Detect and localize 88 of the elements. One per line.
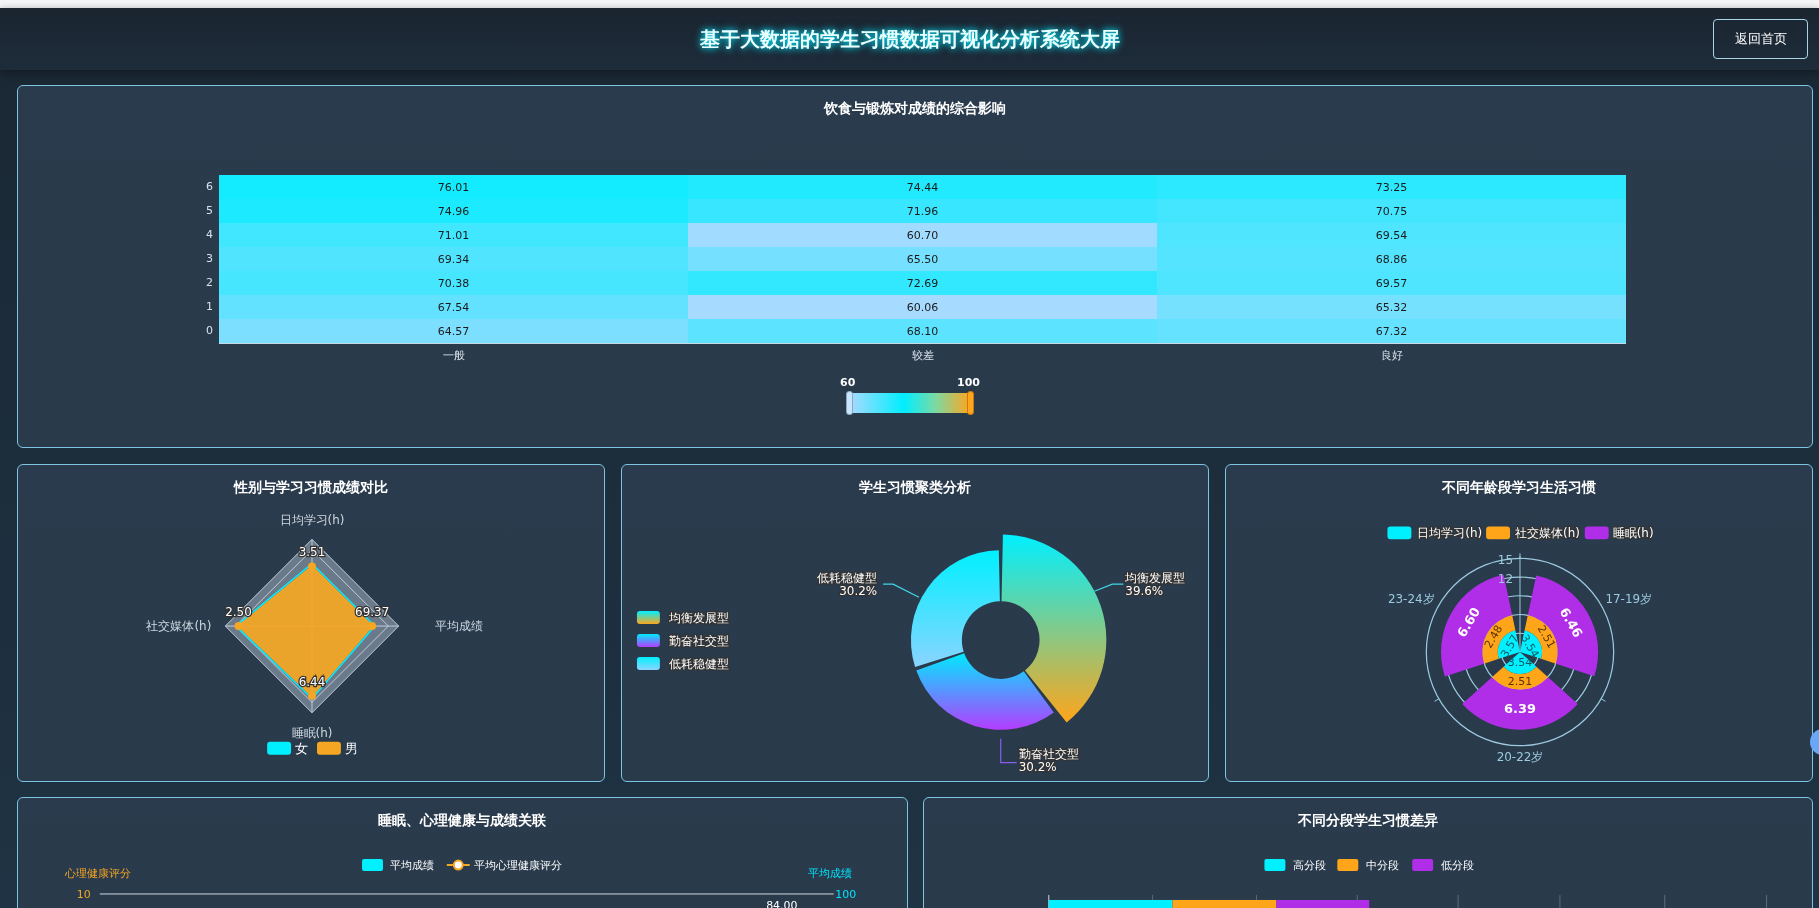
- axis-label: 5: [205, 203, 214, 219]
- heatmap-cell: 67.54: [219, 295, 688, 319]
- legend-label[interactable]: 日均学习(h): [1417, 526, 1483, 541]
- axis-label: 2: [205, 275, 214, 291]
- legend-swatch: [636, 656, 660, 670]
- heatmap-cell: 65.50: [688, 247, 1157, 271]
- radar-point: [234, 622, 243, 631]
- heatmap-cell: 71.01: [219, 223, 688, 247]
- axis-label: 3: [205, 251, 214, 267]
- radar-point: [368, 622, 377, 631]
- heatmap-cell: 60.06: [688, 295, 1157, 319]
- leader-line: [882, 583, 920, 598]
- axis-label: 较差: [910, 348, 935, 364]
- leader-line: [1093, 583, 1124, 592]
- heatmap-cell: 74.44: [688, 175, 1157, 199]
- panel-title: 不同分段学生习惯差异: [1297, 812, 1438, 830]
- range-handle[interactable]: [967, 391, 974, 415]
- data-label: 6.39: [1504, 701, 1536, 717]
- axis-label: 良好: [1379, 348, 1404, 364]
- axis-label: 23-24岁: [1387, 591, 1435, 606]
- legend-label[interactable]: 平均成绩: [389, 859, 434, 873]
- heatmap-cell: 68.10: [688, 319, 1157, 343]
- data-label: 低耗稳健型: [817, 571, 878, 586]
- radar-point: [308, 691, 316, 700]
- legend-label[interactable]: 中分段: [1365, 859, 1399, 873]
- legend-label[interactable]: 均衡发展型: [668, 611, 729, 626]
- data-label: 6.44: [298, 674, 326, 689]
- legend-swatch: [636, 634, 660, 647]
- axis-label: 日均学习(h): [279, 513, 345, 528]
- scale-min-label: 60: [840, 376, 856, 389]
- axis-label: 睡眠(h): [291, 725, 333, 740]
- radar-point: [308, 562, 316, 571]
- panel-title: 性别与学习习惯成绩对比: [234, 479, 388, 497]
- heatmap-cell: 70.75: [1157, 199, 1626, 223]
- data-label: 30.2%: [1018, 759, 1057, 774]
- page-title: 基于大数据的学生习惯数据可视化分析系统大屏: [699, 25, 1120, 53]
- home-button[interactable]: 返回首页: [1713, 19, 1808, 59]
- axis-name: 平均成绩: [807, 867, 852, 880]
- legend-label[interactable]: 男: [344, 740, 358, 756]
- heatmap-cell: 65.32: [1157, 295, 1626, 319]
- legend-label[interactable]: 低耗稳健型: [668, 656, 729, 671]
- range-handle[interactable]: [846, 391, 853, 415]
- heatmap-cell: 68.86: [1157, 247, 1626, 271]
- data-label: 39.6%: [1125, 584, 1164, 599]
- scale-max-label: 100: [957, 376, 980, 389]
- heatmap-cell: 64.57: [219, 319, 688, 343]
- axis-label: 1: [205, 299, 214, 315]
- heatmap-cell: 71.96: [688, 199, 1157, 223]
- heatmap-cell: 76.01: [219, 175, 688, 199]
- heatmap-cell: 69.34: [219, 247, 688, 271]
- heatmap-cell: 69.57: [1157, 271, 1626, 295]
- axis-label: 6: [205, 179, 214, 195]
- leader-line: [1000, 738, 1018, 764]
- data-label: 均衡发展型: [1125, 571, 1186, 586]
- panel-title: 学生习惯聚类分析: [859, 479, 971, 497]
- heatmap-cell: 60.70: [688, 223, 1157, 247]
- heatmap-cell: 73.25: [1157, 175, 1626, 199]
- panel-title: 不同年龄段学习生活习惯: [1442, 479, 1596, 497]
- legend-label[interactable]: 睡眠(h): [1612, 526, 1654, 541]
- data-label: 2.51: [1507, 674, 1533, 688]
- heatmap-cell: 67.32: [1157, 319, 1626, 343]
- panel-title: 饮食与锻炼对成绩的综合影响: [824, 100, 1006, 118]
- data-label: 3.51: [298, 545, 326, 560]
- legend-label[interactable]: 平均心理健康评分: [473, 859, 562, 873]
- heatmap-cell: 72.69: [688, 271, 1157, 295]
- heatmap-cell: 69.54: [1157, 223, 1626, 247]
- data-label: 勤奋社交型: [1018, 746, 1079, 761]
- axis-tick-label: 10: [76, 887, 91, 901]
- heatmap-cell: 70.38: [219, 271, 688, 295]
- legend-swatch: [636, 611, 660, 625]
- axis-label: 0: [205, 323, 214, 339]
- legend-label[interactable]: 社交媒体(h): [1515, 526, 1580, 541]
- axis-label: 一般: [441, 348, 466, 364]
- axis-tick-label: 100: [835, 887, 857, 901]
- heatmap-cell: 74.96: [219, 199, 688, 223]
- data-label: 30.2%: [839, 584, 878, 599]
- panel-title: 睡眠、心理健康与成绩关联: [378, 812, 547, 830]
- legend-label[interactable]: 女: [295, 740, 309, 756]
- axis-label: 社交媒体(h): [146, 619, 212, 634]
- legend-label[interactable]: 勤奋社交型: [668, 634, 729, 648]
- legend-label[interactable]: 高分段: [1292, 859, 1326, 873]
- axis-label: 4: [205, 227, 214, 243]
- axis-label: 20-22岁: [1496, 750, 1544, 765]
- data-label: 2.50: [225, 605, 252, 620]
- legend-label[interactable]: 低分段: [1440, 859, 1474, 873]
- axis-label: 17-19岁: [1605, 591, 1653, 606]
- axis-label: 平均成绩: [434, 619, 483, 634]
- axis-name: 心理健康评分: [64, 867, 131, 880]
